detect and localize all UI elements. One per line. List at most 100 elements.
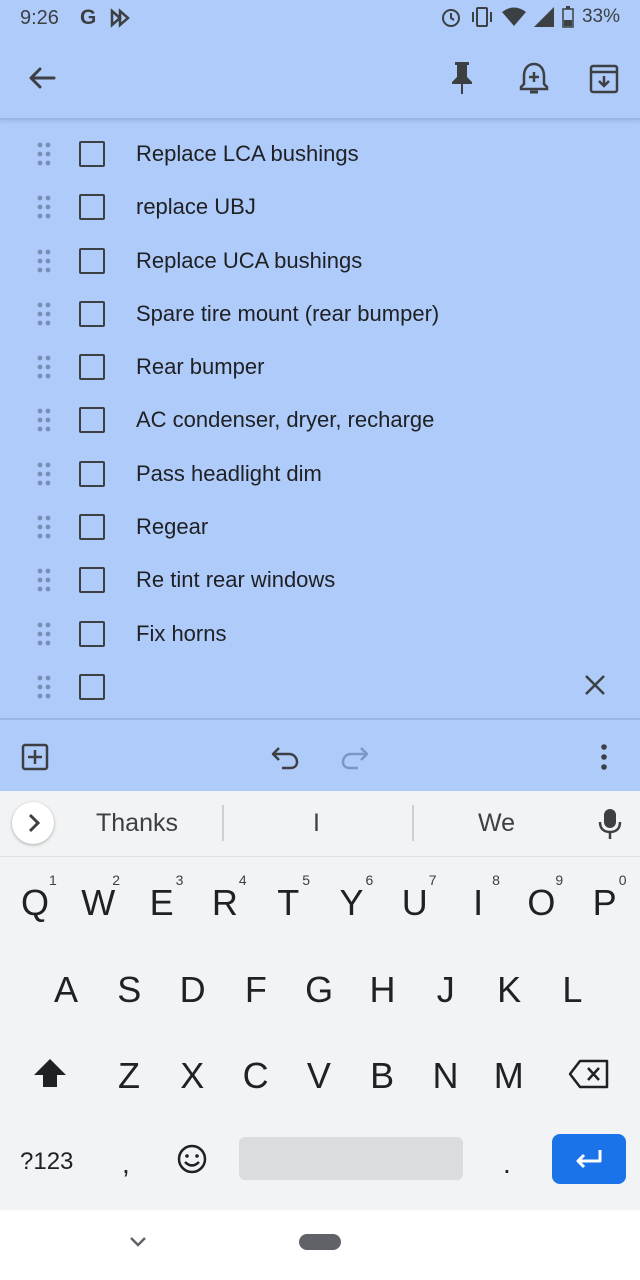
key-hint-number: 8 xyxy=(492,872,500,888)
close-icon[interactable] xyxy=(580,670,610,700)
suggestion-1[interactable]: Thanks xyxy=(96,809,178,838)
suggestion-2[interactable]: I xyxy=(313,809,320,838)
letter-key[interactable]: E xyxy=(132,882,192,924)
letter-key[interactable]: O xyxy=(511,882,571,924)
checklist-item: Rear bumper xyxy=(0,340,640,393)
item-label[interactable]: Regear xyxy=(136,514,208,540)
suggestion-3[interactable]: We xyxy=(478,809,515,838)
comma-key[interactable]: , xyxy=(122,1148,130,1180)
letter-key[interactable]: I xyxy=(448,882,508,924)
letter-key[interactable]: S xyxy=(99,969,159,1011)
checkbox[interactable] xyxy=(79,514,105,541)
alarm-icon xyxy=(441,9,460,27)
key-hint-number: 2 xyxy=(112,872,121,888)
google-icon: G xyxy=(80,6,97,29)
undo-icon[interactable] xyxy=(270,742,300,772)
letter-key[interactable]: N xyxy=(416,1055,476,1097)
status-bar: 9:26 G 33% xyxy=(0,0,640,38)
checkbox[interactable] xyxy=(79,354,105,381)
drag-handle-icon[interactable] xyxy=(36,461,52,487)
wifi-icon xyxy=(501,7,526,26)
item-label[interactable]: Replace UCA bushings xyxy=(136,248,362,274)
pin-icon[interactable] xyxy=(444,58,480,98)
expand-suggestions-button[interactable] xyxy=(12,802,54,844)
letter-key[interactable]: H xyxy=(353,969,413,1011)
key-hint-number: 5 xyxy=(302,872,310,888)
suggestion-strip: Thanks I We xyxy=(0,791,640,857)
more-vert-icon[interactable] xyxy=(590,742,618,772)
drag-handle-icon[interactable] xyxy=(36,621,52,647)
item-label[interactable]: Pass headlight dim xyxy=(136,461,322,487)
key-hint-number: 9 xyxy=(555,872,564,888)
shift-icon[interactable] xyxy=(32,1057,68,1089)
arrow-back-icon[interactable] xyxy=(24,60,60,96)
divider xyxy=(412,805,414,841)
letter-key[interactable]: Z xyxy=(99,1055,159,1097)
letter-key[interactable]: A xyxy=(36,969,96,1011)
letter-key[interactable]: M xyxy=(479,1055,539,1097)
key-hint-number: 4 xyxy=(238,872,247,888)
letter-key[interactable]: K xyxy=(479,969,539,1011)
letter-key[interactable]: B xyxy=(352,1055,412,1097)
drag-handle-icon[interactable] xyxy=(36,567,52,593)
drag-handle-icon[interactable] xyxy=(36,354,52,380)
item-label[interactable]: Replace LCA bushings xyxy=(136,141,359,167)
backspace-icon[interactable] xyxy=(568,1059,610,1089)
letter-key[interactable]: J xyxy=(416,969,476,1011)
letter-key[interactable]: D xyxy=(163,969,223,1011)
drag-handle-icon[interactable] xyxy=(36,674,52,700)
item-label[interactable]: Rear bumper xyxy=(136,354,264,380)
microphone-icon[interactable] xyxy=(598,807,622,841)
checkbox[interactable] xyxy=(79,247,105,274)
letter-key[interactable]: V xyxy=(289,1055,349,1097)
checkbox[interactable] xyxy=(79,460,105,487)
letter-key[interactable]: W xyxy=(68,882,128,924)
drag-handle-icon[interactable] xyxy=(36,248,52,274)
add-box-icon[interactable] xyxy=(20,742,50,772)
item-label[interactable]: Re tint rear windows xyxy=(136,567,335,593)
redo-icon[interactable] xyxy=(340,742,370,772)
letter-key[interactable]: L xyxy=(542,969,602,1011)
letter-key[interactable]: Q xyxy=(5,882,65,924)
checklist-item: replace UBJ xyxy=(0,180,640,233)
enter-key[interactable] xyxy=(552,1134,626,1184)
letter-key[interactable]: P xyxy=(575,882,635,924)
item-label[interactable]: Spare tire mount (rear bumper) xyxy=(136,301,439,327)
letter-key[interactable]: G xyxy=(289,969,349,1011)
item-label[interactable]: Fix horns xyxy=(136,621,226,647)
letter-key[interactable]: U xyxy=(385,882,445,924)
archive-icon[interactable] xyxy=(585,58,623,98)
checkbox[interactable] xyxy=(79,673,105,700)
space-key[interactable] xyxy=(239,1137,463,1180)
note-toolbar xyxy=(0,38,640,120)
drag-handle-icon[interactable] xyxy=(36,141,52,167)
checkbox[interactable] xyxy=(79,620,105,647)
checkbox[interactable] xyxy=(79,567,105,594)
checkbox[interactable] xyxy=(79,300,105,327)
chevron-down-icon[interactable] xyxy=(128,1234,148,1250)
drag-handle-icon[interactable] xyxy=(36,514,52,540)
add-reminder-icon[interactable] xyxy=(515,58,553,98)
drag-handle-icon[interactable] xyxy=(36,301,52,327)
period-key[interactable]: . xyxy=(503,1148,511,1180)
letter-key[interactable]: F xyxy=(226,969,286,1011)
battery-percent: 33% xyxy=(581,6,620,27)
battery-icon xyxy=(562,6,574,28)
home-pill[interactable] xyxy=(299,1234,341,1250)
letter-key[interactable]: X xyxy=(162,1055,222,1097)
checkbox[interactable] xyxy=(79,407,105,434)
drag-handle-icon[interactable] xyxy=(36,407,52,433)
emoji-icon[interactable] xyxy=(176,1143,208,1175)
checkbox[interactable] xyxy=(79,141,105,167)
item-label[interactable]: AC condenser, dryer, recharge xyxy=(136,407,434,433)
drag-handle-icon[interactable] xyxy=(36,194,52,220)
letter-key[interactable]: C xyxy=(226,1055,286,1097)
letter-key[interactable]: T xyxy=(258,882,318,924)
checkbox[interactable] xyxy=(79,194,105,221)
item-label[interactable]: replace UBJ xyxy=(136,194,256,220)
key-hint-number: 0 xyxy=(618,872,627,888)
new-checklist-item xyxy=(0,660,640,713)
letter-key[interactable]: R xyxy=(195,882,255,924)
symbols-key[interactable]: ?123 xyxy=(20,1148,73,1176)
letter-key[interactable]: Y xyxy=(322,882,382,924)
